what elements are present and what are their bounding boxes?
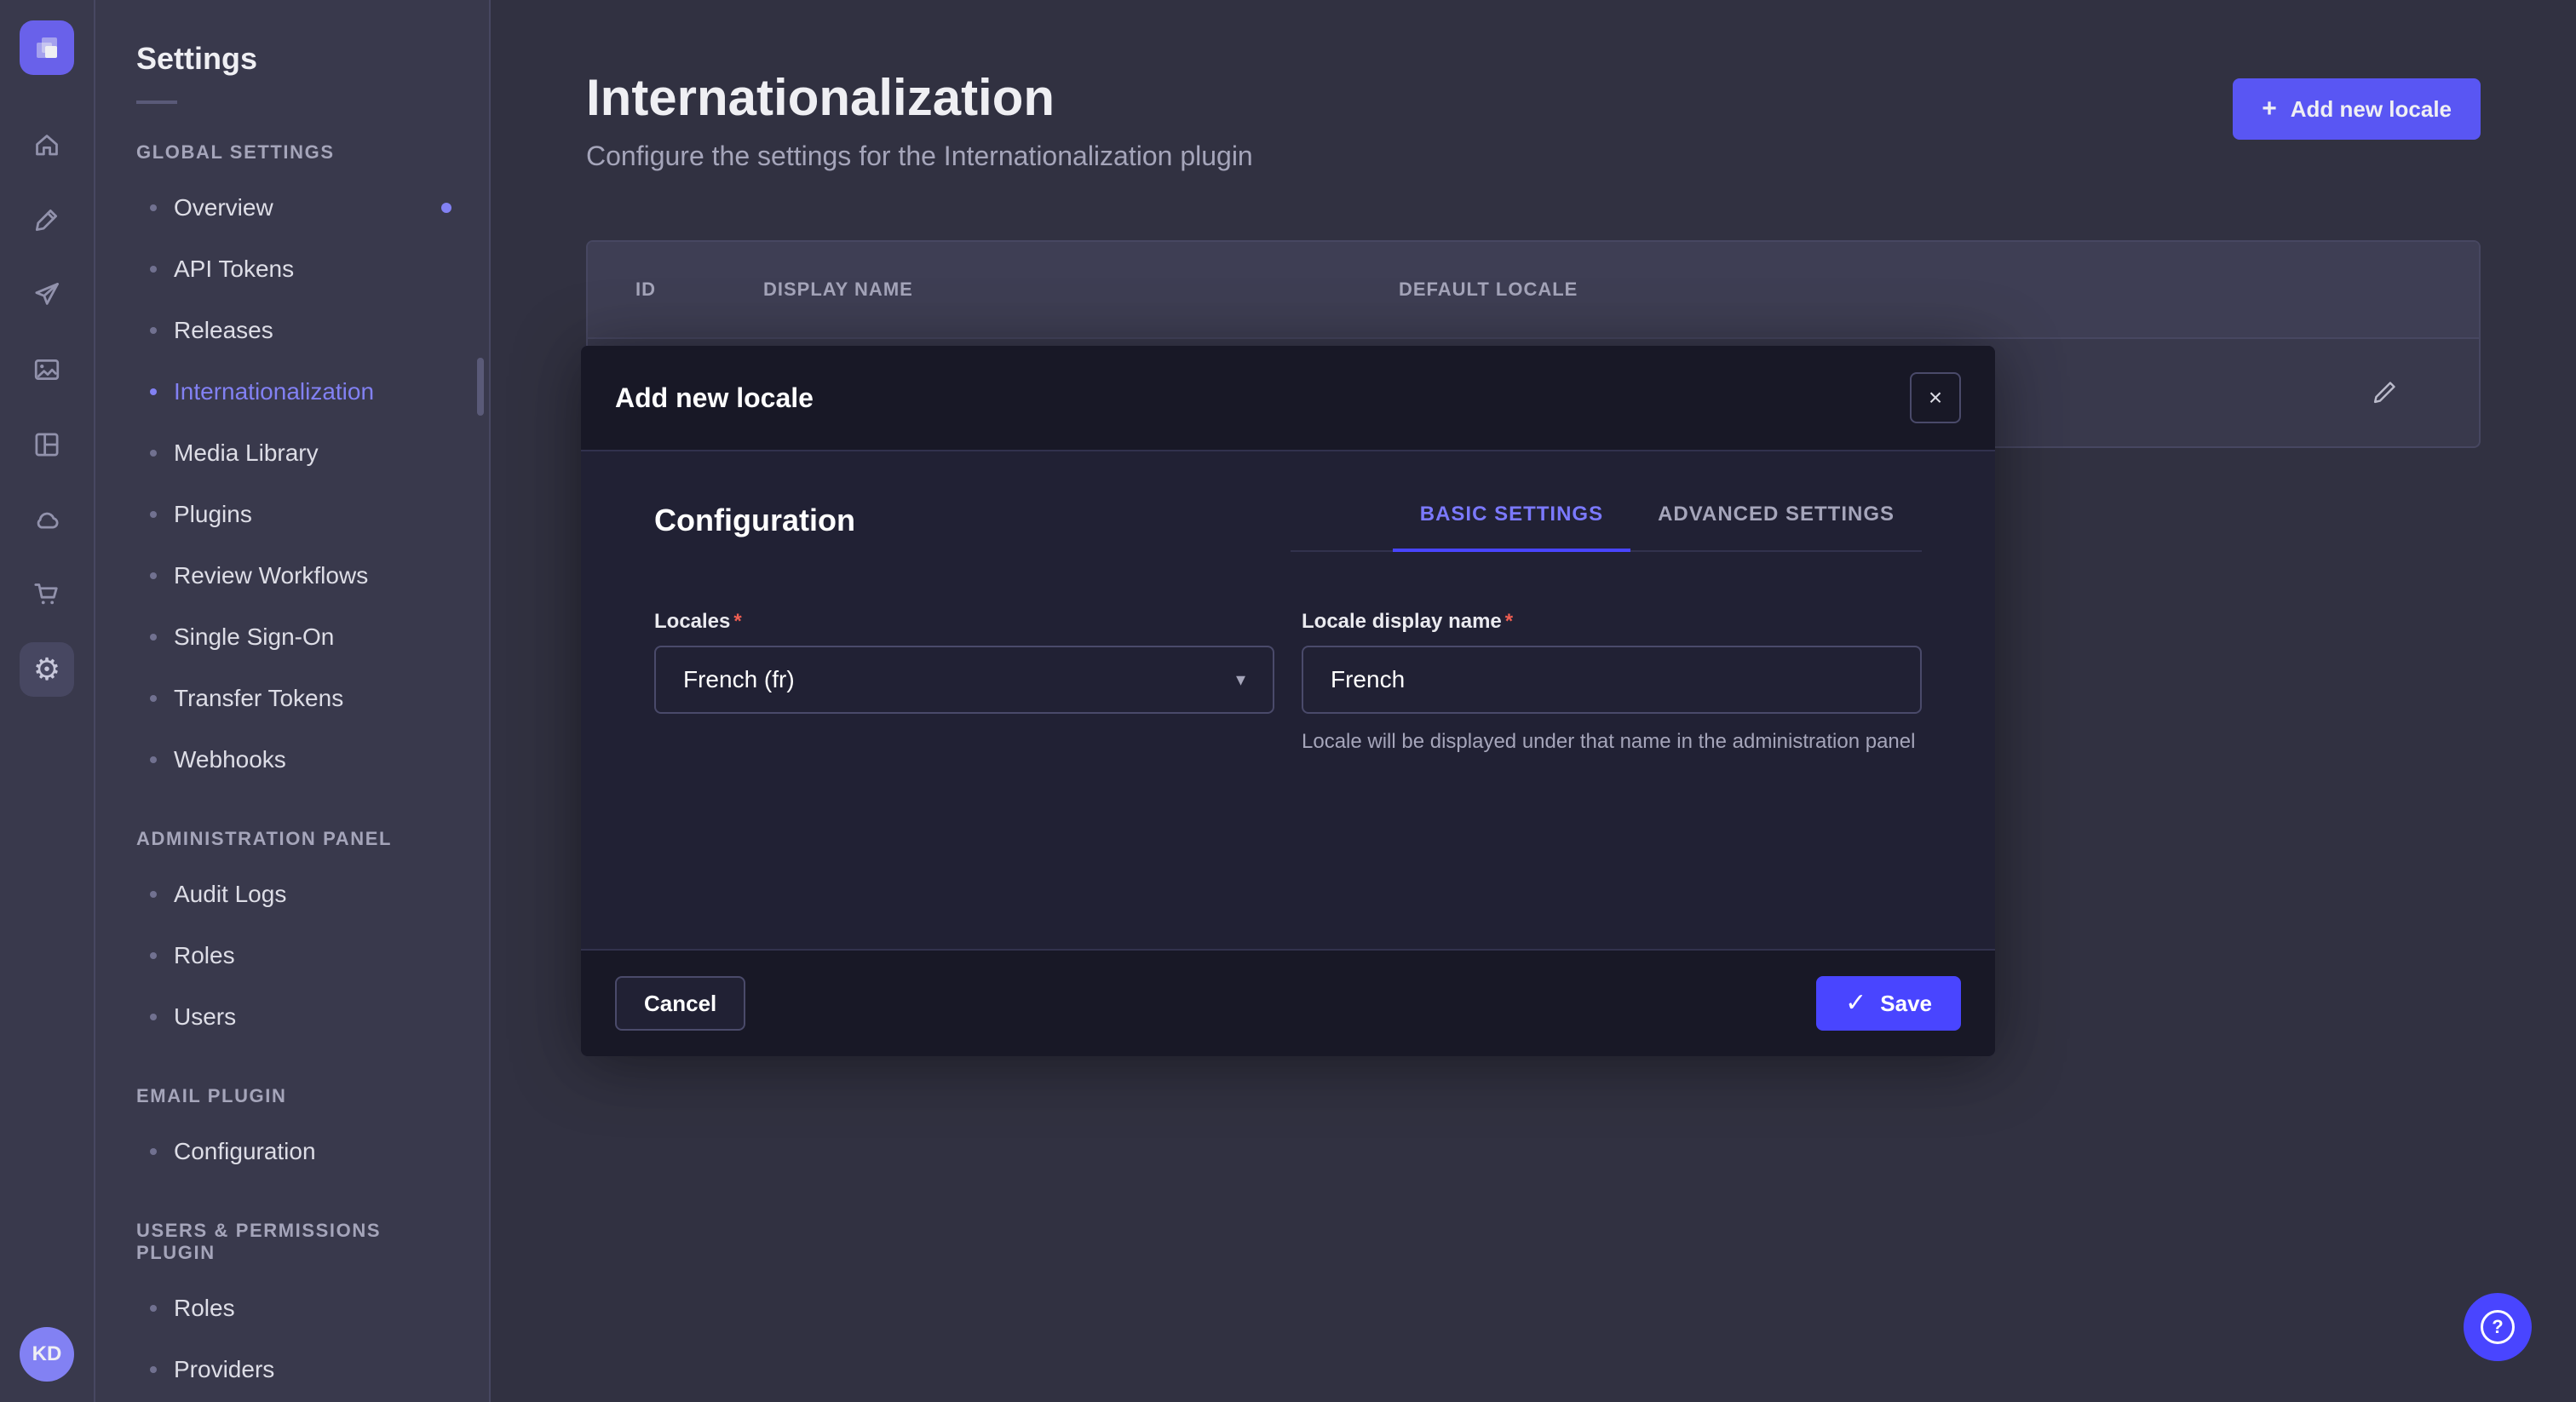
display-name-label: Locale display name* [1302, 610, 1922, 634]
save-button[interactable]: ✓ Save [1816, 976, 1961, 1031]
configuration-heading: Configuration [654, 503, 855, 538]
tab-basic-settings[interactable]: BASIC SETTINGS [1393, 503, 1630, 552]
modal-title: Add new locale [615, 382, 814, 414]
locales-label: Locales* [654, 610, 1274, 634]
cancel-button[interactable]: Cancel [615, 976, 745, 1031]
locales-select-value: French (fr) [683, 666, 795, 693]
locale-display-name-input[interactable] [1302, 646, 1922, 714]
required-asterisk: * [733, 610, 741, 633]
tab-advanced-settings[interactable]: ADVANCED SETTINGS [1630, 503, 1922, 552]
close-icon[interactable]: × [1910, 372, 1961, 423]
modal-header: Add new locale × [581, 346, 1995, 451]
display-name-hint: Locale will be displayed under that name… [1302, 727, 1922, 756]
settings-tabs: BASIC SETTINGS ADVANCED SETTINGS [1291, 503, 1922, 552]
chevron-down-icon: ▾ [1236, 669, 1245, 691]
add-locale-modal: Add new locale × Configuration BASIC SET… [581, 346, 1995, 1056]
help-icon: ? [2481, 1310, 2515, 1344]
modal-footer: Cancel ✓ Save [581, 949, 1995, 1056]
locales-select[interactable]: French (fr) ▾ [654, 646, 1274, 714]
modal-body: Configuration BASIC SETTINGS ADVANCED SE… [581, 451, 1995, 949]
check-icon: ✓ [1845, 991, 1866, 1016]
required-asterisk: * [1505, 610, 1513, 633]
help-button[interactable]: ? [2464, 1293, 2532, 1361]
